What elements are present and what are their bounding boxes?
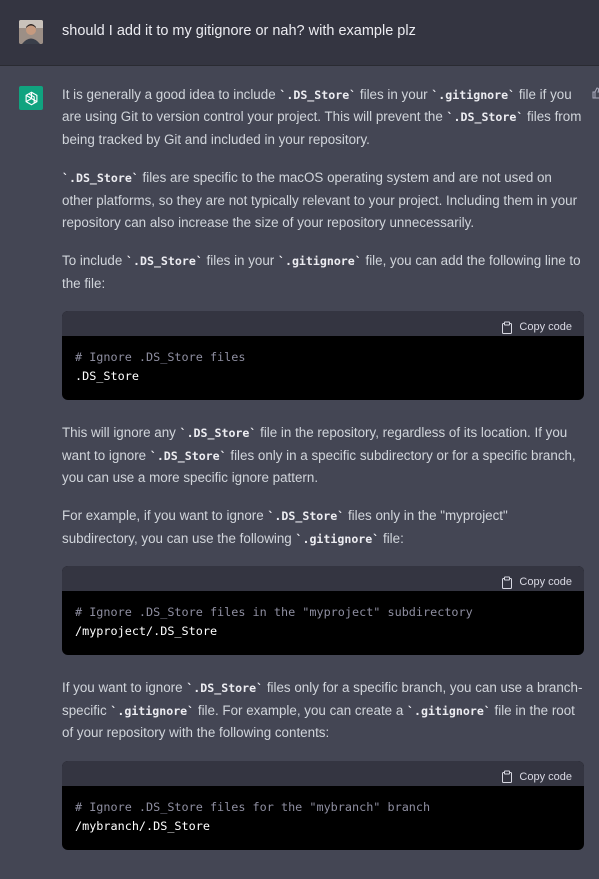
text: It is generally a good idea to include xyxy=(62,87,280,102)
code-block-header: Copy code xyxy=(62,566,584,593)
text: This will ignore any xyxy=(62,425,180,441)
code-line: /mybranch/.DS_Store xyxy=(75,818,210,833)
copy-code-button[interactable]: Copy code xyxy=(501,316,572,338)
clipboard-icon xyxy=(502,576,513,589)
text: file. For example, you can create a xyxy=(194,702,408,718)
user-message-text: should I add it to my gitignore or nah? … xyxy=(62,23,416,39)
inline-code: `.DS_Store` xyxy=(149,448,227,463)
inline-code: `.DS_Store` xyxy=(186,681,264,696)
text: files are specific to the macOS operatin… xyxy=(62,170,578,231)
inline-code: `.gitignore` xyxy=(407,703,491,718)
code-content: # Ignore .DS_Store files in the "myproje… xyxy=(62,591,584,655)
code-block-header: Copy code xyxy=(62,311,584,338)
text: To include xyxy=(62,253,127,269)
openai-logo-icon xyxy=(19,86,43,110)
code-comment: # Ignore .DS_Store files for the "mybran… xyxy=(75,799,431,814)
paragraph-1: It is generally a good idea to include `… xyxy=(62,84,584,151)
text: files in your xyxy=(356,87,432,102)
code-line: .DS_Store xyxy=(75,369,139,384)
assistant-message-content: It is generally a good idea to include `… xyxy=(62,84,584,866)
paragraph-2: `.DS_Store` files are specific to the ma… xyxy=(62,167,584,234)
code-content: # Ignore .DS_Store files for the "mybran… xyxy=(62,786,584,850)
paragraph-5: For example, if you want to ignore `.DS_… xyxy=(62,505,584,550)
code-comment: # Ignore .DS_Store files xyxy=(75,350,246,365)
inline-code: `.DS_Store` xyxy=(62,171,139,186)
inline-code: `.DS_Store` xyxy=(267,509,345,524)
copy-code-label: Copy code xyxy=(519,770,572,783)
thumbs-up-icon[interactable] xyxy=(592,87,599,101)
code-block-3: Copy code # Ignore .DS_Store files for t… xyxy=(62,760,584,850)
code-block-2: Copy code # Ignore .DS_Store files in th… xyxy=(62,566,584,656)
copy-code-button[interactable]: Copy code xyxy=(501,766,572,788)
copy-code-label: Copy code xyxy=(519,576,572,589)
code-block-1: Copy code # Ignore .DS_Store files .DS_S… xyxy=(62,311,584,401)
clipboard-icon xyxy=(502,321,513,334)
text: file: xyxy=(379,530,404,546)
user-message-row: should I add it to my gitignore or nah? … xyxy=(0,0,599,66)
paragraph-4: This will ignore any `.DS_Store` file in… xyxy=(62,422,584,489)
user-avatar-icon xyxy=(19,20,43,44)
inline-code: `.gitignore` xyxy=(431,88,516,102)
code-content: # Ignore .DS_Store files .DS_Store xyxy=(62,336,584,400)
code-block-header: Copy code xyxy=(62,760,584,788)
inline-code: `.DS_Store` xyxy=(179,426,257,441)
user-avatar xyxy=(19,20,43,44)
code-comment: # Ignore .DS_Store files in the "myproje… xyxy=(75,605,473,620)
inline-code: `.DS_Store` xyxy=(446,110,524,125)
inline-code: `.DS_Store` xyxy=(126,254,203,269)
inline-code: `.DS_Store` xyxy=(279,88,357,102)
code-line: /myproject/.DS_Store xyxy=(75,624,218,639)
inline-code: `.gitignore` xyxy=(277,254,362,269)
inline-code: `.gitignore` xyxy=(110,703,195,718)
assistant-message-row: It is generally a good idea to include `… xyxy=(0,66,599,879)
copy-code-button[interactable]: Copy code xyxy=(501,571,572,593)
text: For example, if you want to ignore xyxy=(62,508,268,524)
inline-code: `.gitignore` xyxy=(295,531,380,546)
paragraph-3: To include `.DS_Store` files in your `.g… xyxy=(62,250,584,295)
paragraph-6: If you want to ignore `.DS_Store` files … xyxy=(62,677,584,744)
text: If you want to ignore xyxy=(62,680,187,696)
clipboard-icon xyxy=(502,770,513,784)
copy-code-label: Copy code xyxy=(519,321,572,334)
text: files in your xyxy=(202,253,278,269)
